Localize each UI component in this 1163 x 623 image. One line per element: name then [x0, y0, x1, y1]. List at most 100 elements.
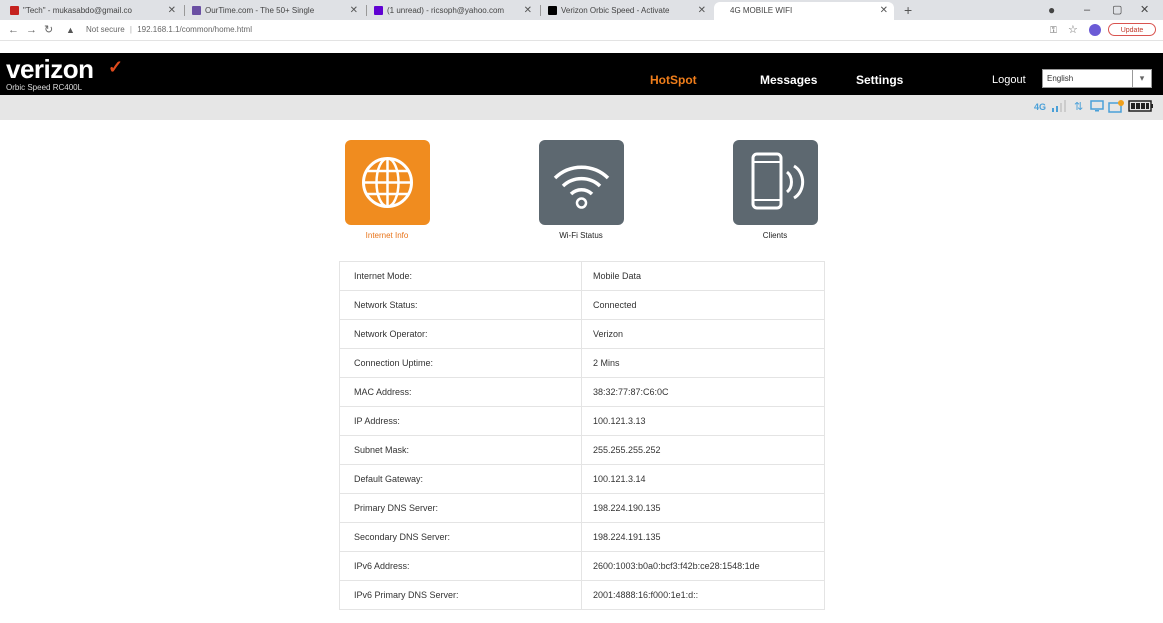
clients-label[interactable]: Clients: [715, 231, 835, 240]
row-value: 2600:1003:b0a0:bcf3:f42b:ce28:1548:1de: [581, 551, 825, 581]
table-row: IPv6 Primary DNS Server: 2001:4888:16:f00…: [339, 580, 825, 610]
row-label: Network Operator:: [339, 319, 582, 349]
maximize-icon[interactable]: ▢: [1112, 0, 1122, 20]
table-row: IP Address: 100.121.3.13: [339, 406, 825, 436]
internet-info-table: Internet Mode: Mobile Data Network Status:…: [339, 261, 825, 610]
tab-title: "Tech" - mukasabdo@gmail.co: [23, 6, 132, 15]
key-icon[interactable]: ⚿: [1050, 22, 1057, 38]
verizon-checkmark-icon: ✓: [108, 57, 124, 77]
row-value: 198.224.191.135: [581, 522, 825, 552]
row-value: 2 Mins: [581, 348, 825, 378]
table-row: Network Status: Connected: [339, 290, 825, 320]
verizon-icon: [548, 6, 557, 16]
row-value: Verizon: [581, 319, 825, 349]
wifi-icon: [553, 165, 610, 209]
browser-tab[interactable]: Verizon Orbic Speed - Activate ✕: [542, 2, 712, 20]
browser-tab[interactable]: (1 unread) - ricsoph@yahoo.com ✕: [368, 2, 538, 20]
row-label: IP Address:: [339, 406, 582, 436]
internet-info-button[interactable]: [345, 140, 430, 225]
forward-icon[interactable]: →: [26, 22, 37, 38]
row-value: 198.224.190.135: [581, 493, 825, 523]
logout-link[interactable]: Logout: [992, 73, 1026, 87]
tab-separator: [366, 5, 367, 16]
row-value: 255.255.255.252: [581, 435, 825, 465]
language-select[interactable]: English ▾: [1042, 69, 1152, 88]
row-value: 100.121.3.14: [581, 464, 825, 494]
table-row: Primary DNS Server: 198.224.190.135: [339, 493, 825, 523]
table-row: Internet Mode: Mobile Data: [339, 261, 825, 291]
close-tab-icon[interactable]: ✕: [350, 2, 358, 20]
tab-separator: [184, 5, 185, 16]
internet-info-label[interactable]: Internet Info: [327, 231, 447, 240]
star-icon[interactable]: ☆: [1068, 22, 1078, 38]
table-row: IPv6 Address: 2600:1003:b0a0:bcf3:f42b:ce…: [339, 551, 825, 581]
warning-icon[interactable]: ▲: [66, 22, 75, 38]
router-header: verizon ✓ Orbic Speed RC400L HotSpot Mes…: [0, 53, 1163, 95]
close-tab-icon[interactable]: ✕: [880, 2, 888, 20]
status-bar: 4G ⇅: [0, 95, 1163, 120]
table-row: Subnet Mask: 255.255.255.252: [339, 435, 825, 465]
browser-tab[interactable]: OurTime.com - The 50+ Single ✕: [186, 2, 364, 20]
battery-icon: [1128, 100, 1154, 116]
nav-settings[interactable]: Settings: [856, 73, 903, 87]
window-close-icon[interactable]: ✕: [1140, 0, 1149, 20]
signal-icon: [1052, 100, 1066, 116]
4g-icon: 4G: [1034, 102, 1047, 112]
row-value: 2001:4888:16:f000:1e1:d::: [581, 580, 825, 610]
row-label: MAC Address:: [339, 377, 582, 407]
nav-hotspot[interactable]: HotSpot: [650, 73, 697, 87]
url-text: 192.168.1.1/common/home.html: [137, 25, 252, 34]
table-row: Secondary DNS Server: 198.224.191.135: [339, 522, 825, 552]
chevron-down-icon: ▾: [1132, 70, 1151, 87]
update-button[interactable]: Update: [1108, 23, 1156, 36]
tab-title: 4G MOBILE WIFI: [730, 6, 793, 15]
close-tab-icon[interactable]: ✕: [698, 2, 706, 20]
row-value: Connected: [581, 290, 825, 320]
row-value: Mobile Data: [581, 261, 825, 291]
tab-separator: [540, 5, 541, 16]
row-label: Primary DNS Server:: [339, 493, 582, 523]
close-tab-icon[interactable]: ✕: [524, 2, 532, 20]
nav-messages[interactable]: Messages: [760, 73, 817, 87]
profile-avatar[interactable]: [1089, 24, 1101, 36]
data-transfer-icon: ⇅: [1074, 101, 1084, 113]
language-value: English: [1047, 74, 1074, 83]
row-label: Connection Uptime:: [339, 348, 582, 378]
row-label: Subnet Mask:: [339, 435, 582, 465]
table-row: MAC Address: 38:32:77:87:C6:0C: [339, 377, 825, 407]
ourtime-icon: [192, 6, 201, 16]
row-label: Secondary DNS Server:: [339, 522, 582, 552]
wifi-status-button[interactable]: [539, 140, 624, 225]
row-label: Default Gateway:: [339, 464, 582, 494]
verizon-logo: verizon: [6, 54, 94, 84]
row-label: IPv6 Primary DNS Server:: [339, 580, 582, 610]
globe-icon: [362, 157, 413, 208]
minimize-icon[interactable]: –: [1084, 0, 1090, 20]
phone-icon: [751, 152, 805, 210]
tab-title: OurTime.com - The 50+ Single: [205, 6, 315, 15]
table-row: Network Operator: Verizon: [339, 319, 825, 349]
gmail-icon: [10, 6, 19, 16]
row-label: IPv6 Address:: [339, 551, 582, 581]
clients-button[interactable]: [733, 140, 818, 225]
close-tab-icon[interactable]: ✕: [168, 2, 176, 20]
tab-title: Verizon Orbic Speed - Activate: [561, 6, 670, 15]
browser-tab-strip: "Tech" - mukasabdo@gmail.co ✕ OurTime.co…: [0, 0, 1163, 20]
yahoo-mail-icon: [374, 6, 383, 16]
row-value: 100.121.3.13: [581, 406, 825, 436]
new-tab-button[interactable]: +: [904, 2, 912, 18]
browser-tab-active[interactable]: 4G MOBILE WIFI ✕: [714, 2, 894, 20]
back-icon[interactable]: ←: [8, 22, 19, 38]
row-label: Network Status:: [339, 290, 582, 320]
chrome-extension-icon[interactable]: ●: [1048, 0, 1055, 20]
reload-icon[interactable]: ↻: [44, 22, 53, 38]
address-bar[interactable]: Not secure | 192.168.1.1/common/home.htm…: [86, 23, 252, 37]
not-secure-label: Not secure: [86, 25, 125, 34]
wifi-status-label[interactable]: Wi-Fi Status: [521, 231, 641, 240]
browser-tab[interactable]: "Tech" - mukasabdo@gmail.co ✕: [4, 2, 182, 20]
row-value: 38:32:77:87:C6:0C: [581, 377, 825, 407]
message-icon: [1108, 100, 1124, 118]
row-label: Internet Mode:: [339, 261, 582, 291]
table-row: Default Gateway: 100.121.3.14: [339, 464, 825, 494]
table-row: Connection Uptime: 2 Mins: [339, 348, 825, 378]
